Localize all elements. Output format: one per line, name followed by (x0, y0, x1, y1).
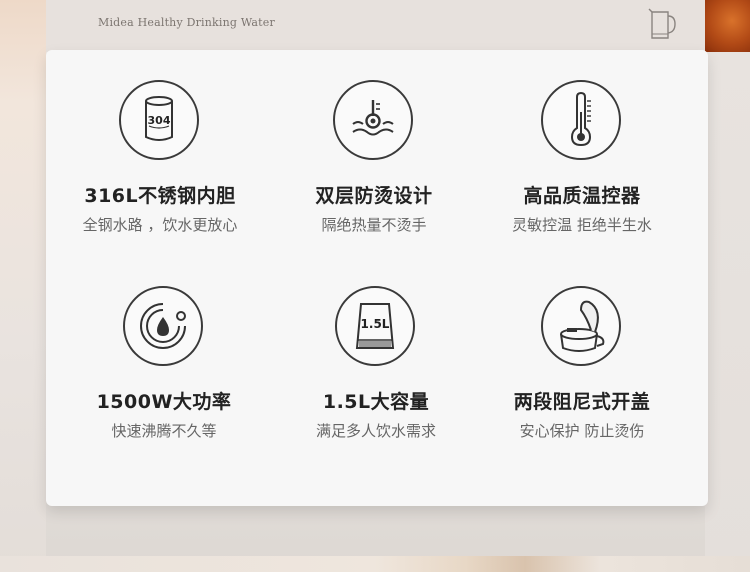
feature-subtitle: 满足多人饮水需求 (315, 422, 436, 440)
feature-steel-liner: 304 316L不锈钢内胆 全钢水路 ，饮水更放心 (55, 80, 265, 250)
feature-icon-circle (541, 80, 621, 160)
coffee-image-corner (705, 0, 750, 52)
background-left (0, 0, 46, 572)
feature-title: 1500W大功率 (96, 391, 232, 413)
steel-304-icon: 304 (145, 96, 173, 141)
anti-scald-icon (352, 100, 394, 136)
feature-subtitle: 隔绝热量不烫手 (321, 216, 427, 234)
thermometer-icon (570, 91, 592, 147)
damped-lid-icon (560, 300, 605, 352)
feature-subtitle: 快速沸腾不久等 (111, 422, 217, 440)
steel-304-label: 304 (148, 114, 171, 127)
feature-icon-circle (541, 286, 621, 366)
feature-title: 高品质温控器 (523, 185, 641, 207)
feature-anti-scald: 双层防烫设计 隔绝热量不烫手 (269, 80, 479, 250)
feature-icon-circle: 1.5L (335, 286, 415, 366)
feature-thermostat: 高品质温控器 灵敏控温 拒绝半生水 (477, 80, 687, 250)
background-right (705, 52, 750, 572)
feature-subtitle: 安心保护 防止烫伤 (519, 422, 645, 440)
feature-icon-circle: 304 (119, 80, 199, 160)
feature-title: 双层防烫设计 (315, 185, 433, 207)
feature-title: 316L不锈钢内胆 (84, 185, 236, 207)
feature-icon-circle (123, 286, 203, 366)
feature-icon-circle (333, 80, 413, 160)
feature-title: 1.5L大容量 (322, 391, 430, 413)
features-card: 304 316L不锈钢内胆 全钢水路 ，饮水更放心 双层防烫设计 隔绝热量不烫手 (46, 50, 708, 506)
feature-capacity: 1.5L 1.5L大容量 满足多人饮水需求 (271, 286, 481, 456)
capacity-icon: 1.5L (355, 303, 395, 349)
feature-subtitle: 全钢水路 ，饮水更放心 (82, 216, 238, 234)
capacity-label: 1.5L (361, 317, 390, 331)
background-bottom (0, 556, 750, 572)
brand-tagline: Midea Healthy Drinking Water (98, 16, 275, 29)
feature-subtitle: 灵敏控温 拒绝半生水 (512, 216, 652, 234)
header-bar: Midea Healthy Drinking Water (46, 0, 705, 52)
kettle-icon (648, 8, 676, 39)
fast-boil-icon (140, 303, 186, 349)
feature-damped-lid: 两段阻尼式开盖 安心保护 防止烫伤 (477, 286, 687, 456)
feature-high-power: 1500W大功率 快速沸腾不久等 (59, 286, 269, 456)
feature-title: 两段阻尼式开盖 (513, 391, 651, 413)
